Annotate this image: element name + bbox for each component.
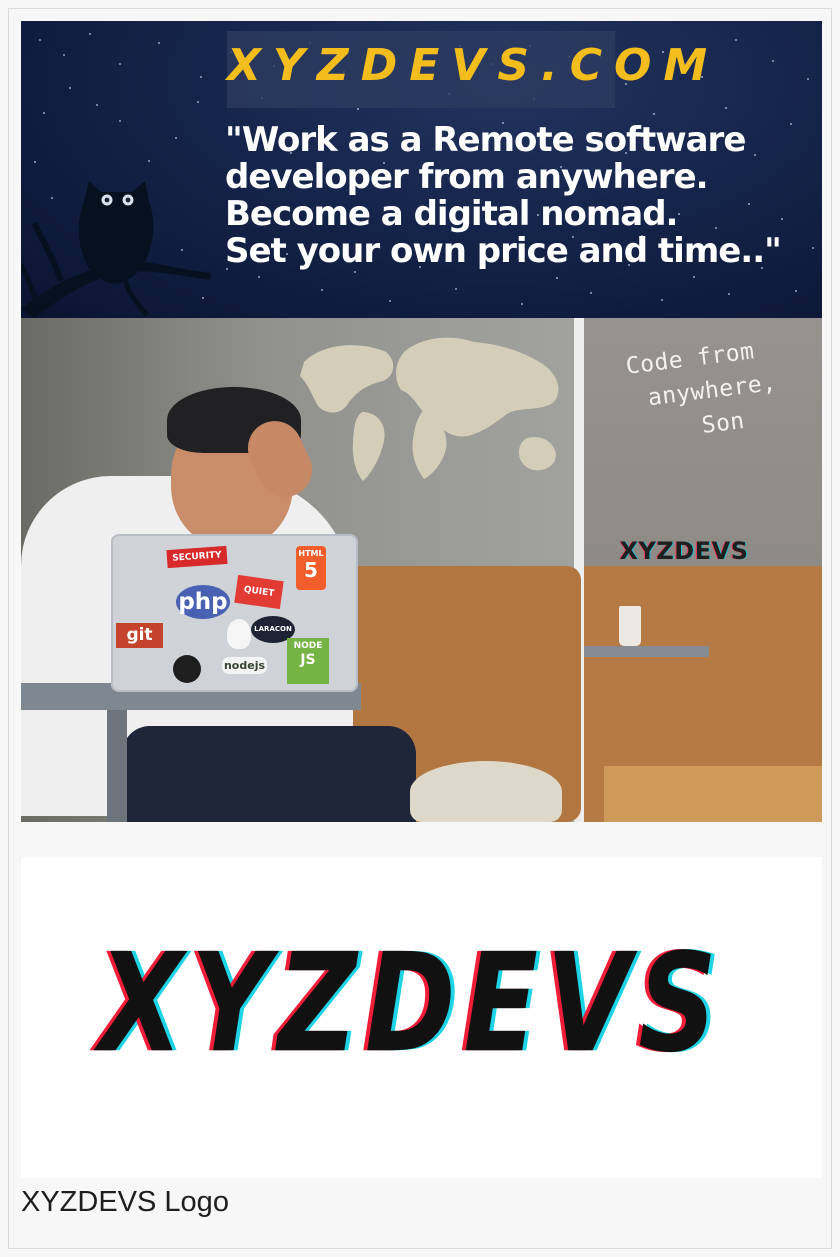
wall-brand-text: XYZDEVS [619, 537, 749, 565]
star [96, 104, 98, 106]
logo-caption: XYZDEVS Logo [21, 1186, 229, 1218]
star [119, 63, 121, 65]
star [321, 289, 323, 291]
star [89, 33, 91, 35]
wall-note-code-from-anywhere: Code from anywhere, Son [624, 332, 785, 452]
star [693, 276, 695, 278]
star [354, 271, 356, 273]
apple-logo-icon [227, 619, 251, 649]
star [258, 276, 260, 278]
octocat-icon [173, 655, 201, 683]
php-sticker: php [176, 585, 230, 619]
star [200, 76, 202, 78]
security-sticker: SECURITY [166, 545, 228, 569]
star [119, 120, 121, 122]
chair-seat-highlight [604, 766, 822, 822]
desk-leg [107, 710, 127, 822]
star [197, 101, 199, 103]
world-map-graphic [300, 337, 559, 481]
nodejs-sticker: nodejs [222, 657, 267, 674]
star [772, 60, 774, 62]
star [556, 277, 558, 279]
star [175, 137, 177, 139]
quote-line: developer from anywhere. [225, 157, 709, 197]
floor-cushion [410, 761, 562, 822]
star [521, 303, 523, 305]
coffee-cup [619, 606, 641, 646]
quiet-sticker: QUIET [234, 574, 284, 610]
git-sticker: git [116, 623, 163, 648]
quote-line: "Work as a Remote software [225, 120, 746, 160]
quote-line: Set your own price and time.." [225, 231, 782, 271]
star [389, 300, 391, 302]
star [735, 39, 737, 41]
star [725, 107, 727, 109]
star [158, 42, 160, 44]
owl-silhouette [78, 181, 154, 284]
star [455, 288, 457, 290]
side-shelf [584, 646, 709, 657]
star [63, 54, 65, 56]
node-sticker: NODE JS [287, 638, 329, 684]
banner-site-name: XYZDEVS.COM [227, 40, 720, 91]
star [590, 292, 592, 294]
star [39, 39, 41, 41]
star [653, 113, 655, 115]
star [661, 299, 663, 301]
star [795, 290, 797, 292]
star [812, 247, 814, 249]
person-jeans [122, 726, 416, 822]
star [357, 108, 359, 110]
banner-quote: "Work as a Remote software developer fro… [225, 122, 810, 270]
laptop-with-stickers: SECURITY HTML 5 QUIET php git LARACON NO… [111, 534, 358, 692]
star [807, 78, 809, 80]
star [43, 112, 45, 114]
banner-image: XYZDEVS.COM "Work as a Remote software d… [21, 21, 822, 822]
star [728, 293, 730, 295]
logo-text: XYZDEVS [99, 924, 725, 1083]
html-sticker: HTML 5 [296, 546, 326, 590]
star [69, 87, 71, 89]
quote-line: Become a digital nomad. [225, 194, 678, 234]
